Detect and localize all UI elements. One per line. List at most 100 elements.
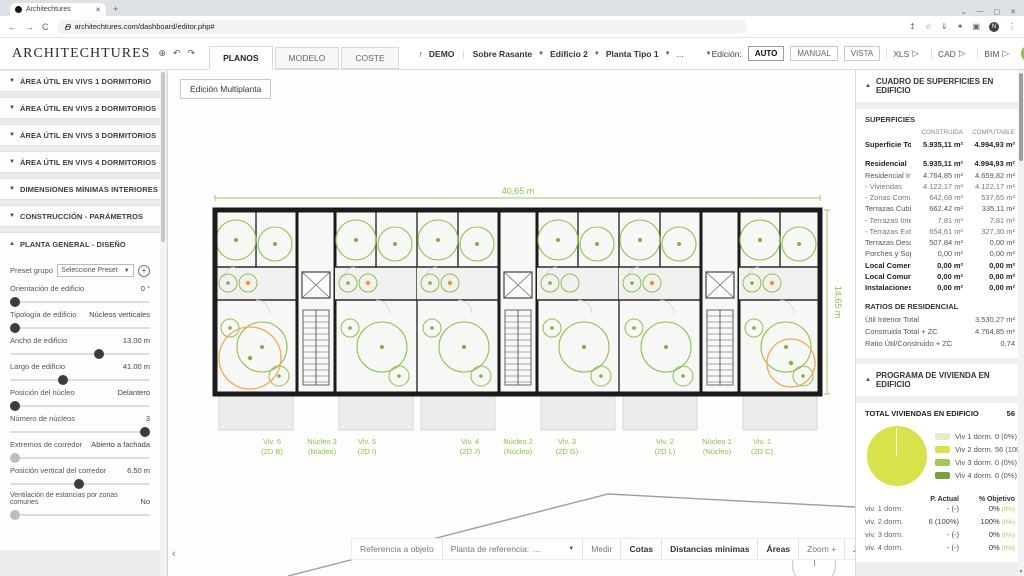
floorplan-canvas[interactable]: 40,65 m 14,65 m Edición Multiplanta Viv.… [168, 70, 855, 576]
section-construccion-parametros[interactable]: ▼CONSTRUCCIÓN - PARÁMETROS [0, 205, 160, 227]
close-icon[interactable]: ✕ [1010, 8, 1016, 16]
forward-icon[interactable]: → [25, 22, 34, 32]
object-reference-toggle[interactable]: Referencia a objeto [352, 539, 442, 559]
share-icon[interactable]: ↥ [909, 22, 916, 31]
largo-slider[interactable] [10, 379, 150, 381]
breadcrumb-more[interactable]: ... [677, 49, 684, 59]
extremos-corredor-slider[interactable] [10, 457, 150, 459]
share-project-icon[interactable]: ⊕ [158, 48, 166, 59]
tab-modelo[interactable]: MODELO [275, 47, 340, 69]
table-row: Residencial Interior4.764,85 m²4.659,82 … [865, 170, 1015, 181]
edition-vista-button[interactable]: VISTA [844, 46, 881, 61]
legend-item: Viv 2 dorm. 56 (100%) [935, 445, 1024, 454]
redo-icon[interactable]: ↷ [188, 48, 196, 59]
extensions-icon[interactable]: ✦ [957, 22, 964, 31]
tab-search-icon[interactable]: ⌄ [961, 8, 967, 16]
maximize-icon[interactable]: ▢ [994, 8, 1001, 16]
control-numero-nucleos: Número de núcleos3 [0, 414, 160, 433]
unit-label[interactable]: Viv. 1(2D C) [730, 437, 794, 457]
min-distances-toggle[interactable]: Distancias mínimas [661, 539, 757, 559]
browser-tab[interactable]: Architechtures ✕ [10, 3, 106, 16]
zoom-in-button[interactable]: Zoom + [798, 539, 844, 559]
table-row: viv. 4 dorm.- (-)0%(0%) [865, 542, 1015, 555]
posicion-nucleo-slider[interactable] [10, 405, 150, 407]
preset-add-icon[interactable]: + [138, 265, 150, 277]
chevron-down-icon[interactable]: ▼ [538, 51, 544, 57]
app-header: ARCHITECHTURES ⊕ ↶ ↷ PLANOS MODELO COSTE… [0, 38, 1024, 70]
reload-icon[interactable]: C [42, 22, 49, 32]
section-area-util-4d[interactable]: ▼ÁREA ÚTIL EN VIVS 4 DORMITORIOS [0, 151, 160, 173]
col-objetivo: % Objetivo [959, 496, 1015, 503]
browser-avatar[interactable]: N [989, 22, 999, 32]
level-select[interactable]: Sobre Rasante [473, 49, 533, 59]
chevron-down-icon: ▼ [9, 105, 15, 111]
chevron-down-icon[interactable]: ▼ [665, 51, 671, 57]
collapse-left-icon[interactable]: ‹ [172, 548, 176, 560]
floorplan-drawing: 40,65 m 14,65 m [168, 70, 855, 576]
export-bim-button[interactable]: BIM▷ [977, 48, 1015, 59]
ventilacion-slider[interactable] [10, 514, 150, 516]
section-area-util-3d[interactable]: ▼ÁREA ÚTIL EN VIVS 3 DORMITORIOS [0, 124, 160, 146]
building-select[interactable]: Edificio 2 [550, 49, 588, 59]
new-tab-button[interactable]: + [113, 4, 118, 16]
edition-label: Edición: [712, 49, 742, 59]
orientacion-slider[interactable] [10, 301, 150, 303]
table-row: Superficie Total5.935,11 m²4.994,93 m² [865, 139, 1015, 150]
side-panel-icon[interactable]: ▣ [972, 22, 980, 31]
ancho-slider[interactable] [10, 353, 150, 355]
upload-icon[interactable]: ↑ [419, 49, 423, 59]
bookmark-star-icon[interactable]: ☆ [925, 22, 932, 31]
chevron-down-icon: ▼ [9, 186, 15, 192]
areas-toggle[interactable]: Áreas [757, 539, 798, 559]
right-sidebar: ▲CUADRO DE SUPERFICIES EN EDIFICIO SUPER… [855, 70, 1024, 576]
export-icon: ▷ [959, 48, 966, 59]
export-cad-button[interactable]: CAD▷ [931, 48, 972, 59]
section-area-util-2d[interactable]: ▼ÁREA ÚTIL EN VIVS 2 DORMITORIOS [0, 97, 160, 119]
minimize-icon[interactable]: — [977, 8, 984, 16]
section-planta-general-header[interactable]: ▲PLANTA GENERAL - DISEÑO [0, 233, 160, 255]
menu-dots-icon[interactable]: ⋮ [1008, 22, 1016, 31]
surfaces-table: SUPERFICIES CONSTRUIDACOMPUTABLE Superfi… [856, 109, 1024, 358]
left-scrollbar[interactable] [160, 70, 166, 576]
tipologia-slider[interactable] [10, 327, 150, 329]
edition-manual-button[interactable]: MANUAL [790, 46, 837, 61]
reference-floor-select[interactable]: Planta de referencia: ... ▼ [442, 539, 583, 559]
table-row: Local Comercial0,00 m²0,00 m² [865, 260, 1015, 271]
chevron-down-icon[interactable]: ▼ [594, 51, 600, 57]
control-largo: Largo de edificio41.00 m [0, 362, 160, 381]
app-logo: ARCHITECHTURES [12, 46, 150, 62]
program-section-header[interactable]: ▲PROGRAMA DE VIVIENDA EN EDIFICIO [856, 364, 1024, 397]
tab-planos[interactable]: PLANOS [209, 46, 272, 70]
cotas-toggle[interactable]: Cotas [620, 539, 661, 559]
total-viviendas-label: TOTAL VIVIENDAS EN EDIFICIO [865, 409, 979, 418]
canvas-toolbar: Referencia a objeto Planta de referencia… [351, 538, 927, 560]
install-icon[interactable]: ⇓ [941, 22, 948, 31]
preset-select[interactable]: Seleccione Preset▼ [57, 264, 133, 277]
measure-button[interactable]: Medir [582, 539, 620, 559]
multiplanta-button[interactable]: Edición Multiplanta [180, 79, 271, 99]
posicion-corredor-slider[interactable] [10, 483, 150, 485]
tab-coste[interactable]: COSTE [341, 47, 398, 69]
floor-select[interactable]: Planta Tipo 1 [606, 49, 659, 59]
table-row: Útil Interior Total3.530,27 m² [865, 314, 1015, 326]
url-input[interactable]: architechtures.com/dashboard/editor.php# [57, 20, 747, 34]
unit-label[interactable]: Viv. 5(2D I) [335, 437, 399, 457]
surfaces-section-header[interactable]: ▲CUADRO DE SUPERFICIES EN EDIFICIO [856, 70, 1024, 103]
table-row: viv. 1 dorm.- (-)0%(0%) [865, 503, 1015, 516]
project-name[interactable]: DEMO [429, 49, 455, 59]
numero-nucleos-slider[interactable] [10, 431, 150, 433]
tab-close-icon[interactable]: ✕ [95, 6, 101, 14]
right-scrollbar[interactable]: ▼ [1018, 70, 1024, 576]
edition-auto-button[interactable]: AUTO [748, 46, 785, 61]
back-icon[interactable]: ← [8, 22, 17, 32]
control-posicion-nucleo: Posición del núcleoDelantero [0, 388, 160, 407]
chevron-up-icon: ▲ [865, 377, 871, 383]
export-xls-button[interactable]: XLS▷ [886, 48, 925, 59]
unit-label[interactable]: Viv. 3(2D G) [535, 437, 599, 457]
section-dimensiones-minimas[interactable]: ▼DIMENSIONES MÍNIMAS INTERIORES [0, 178, 160, 200]
legend-item: Viv 4 dorm. 0 (0%) [935, 471, 1024, 480]
scroll-down-icon[interactable]: ▼ [1018, 569, 1024, 575]
undo-icon[interactable]: ↶ [173, 48, 181, 59]
section-area-util-1d[interactable]: ▼ÁREA ÚTIL EN VIVS 1 DORMITORIO [0, 70, 160, 92]
legend-swatch [935, 472, 950, 479]
